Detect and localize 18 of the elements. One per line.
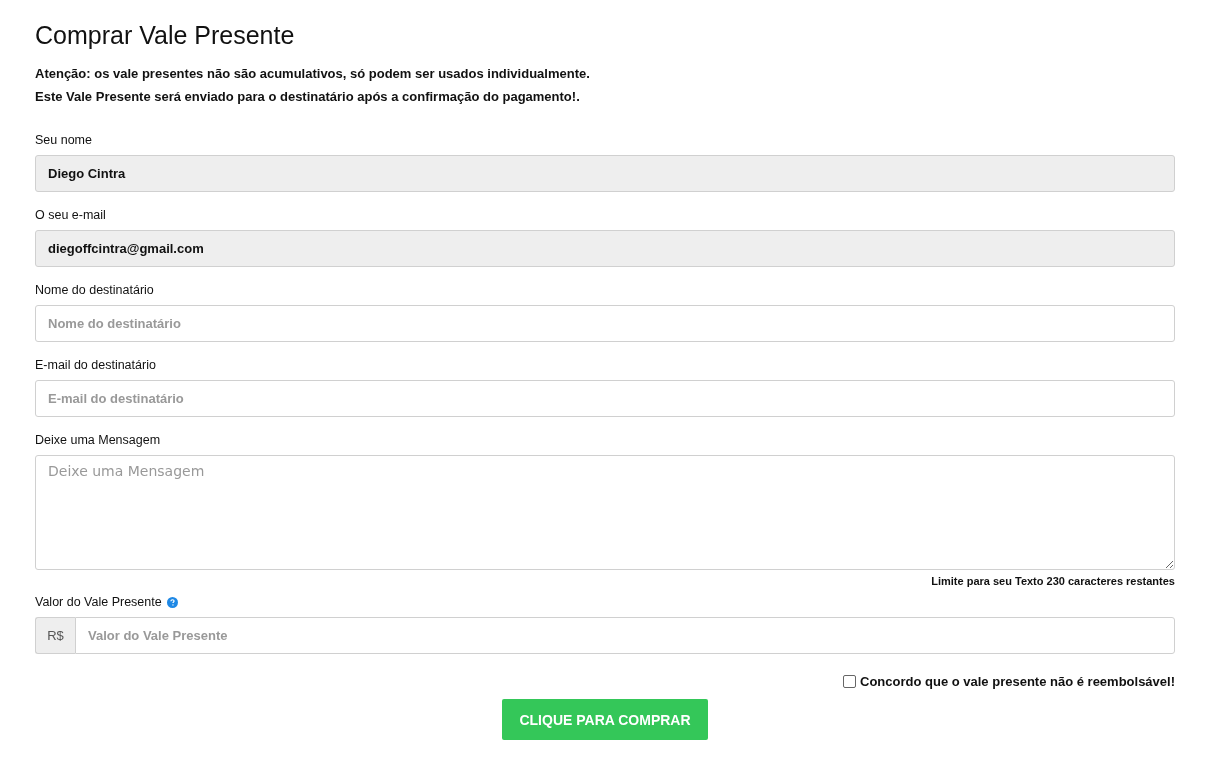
field-label: Nome do destinatário	[35, 283, 154, 297]
input-field[interactable]: E-mail do destinatário	[35, 380, 1175, 417]
notice-text: Atenção: os vale presentes não são acumulativos, só podem ser usados individualmente.	[35, 65, 591, 83]
field-label: Valor do Vale Presente	[35, 595, 162, 609]
notice-text: Este Vale Presente será enviado para o destinatário após a confirmação do pagamento!.	[35, 88, 581, 106]
character-counter: Limite para seu Texto 230 caracteres restantes	[930, 575, 1175, 587]
page-title: Comprar Vale Presente	[35, 20, 296, 50]
checkbox[interactable]	[843, 675, 856, 688]
checkbox-label[interactable]: Concordo que o vale presente não é reembolsável!	[860, 674, 1175, 689]
help-icon[interactable]	[166, 596, 178, 608]
field-label: Seu nome	[35, 133, 92, 147]
field-label: Deixe uma Mensagem	[35, 433, 161, 447]
message-field[interactable]: Deixe uma Mensagem	[35, 455, 1175, 570]
input-field[interactable]: Valor do Vale Presente	[75, 617, 1175, 654]
input-field[interactable]: Nome do destinatário	[35, 305, 1175, 342]
currency-prefix: R$	[35, 617, 75, 654]
field-label: O seu e-mail	[35, 208, 106, 222]
field-label: E-mail do destinatário	[35, 358, 156, 372]
